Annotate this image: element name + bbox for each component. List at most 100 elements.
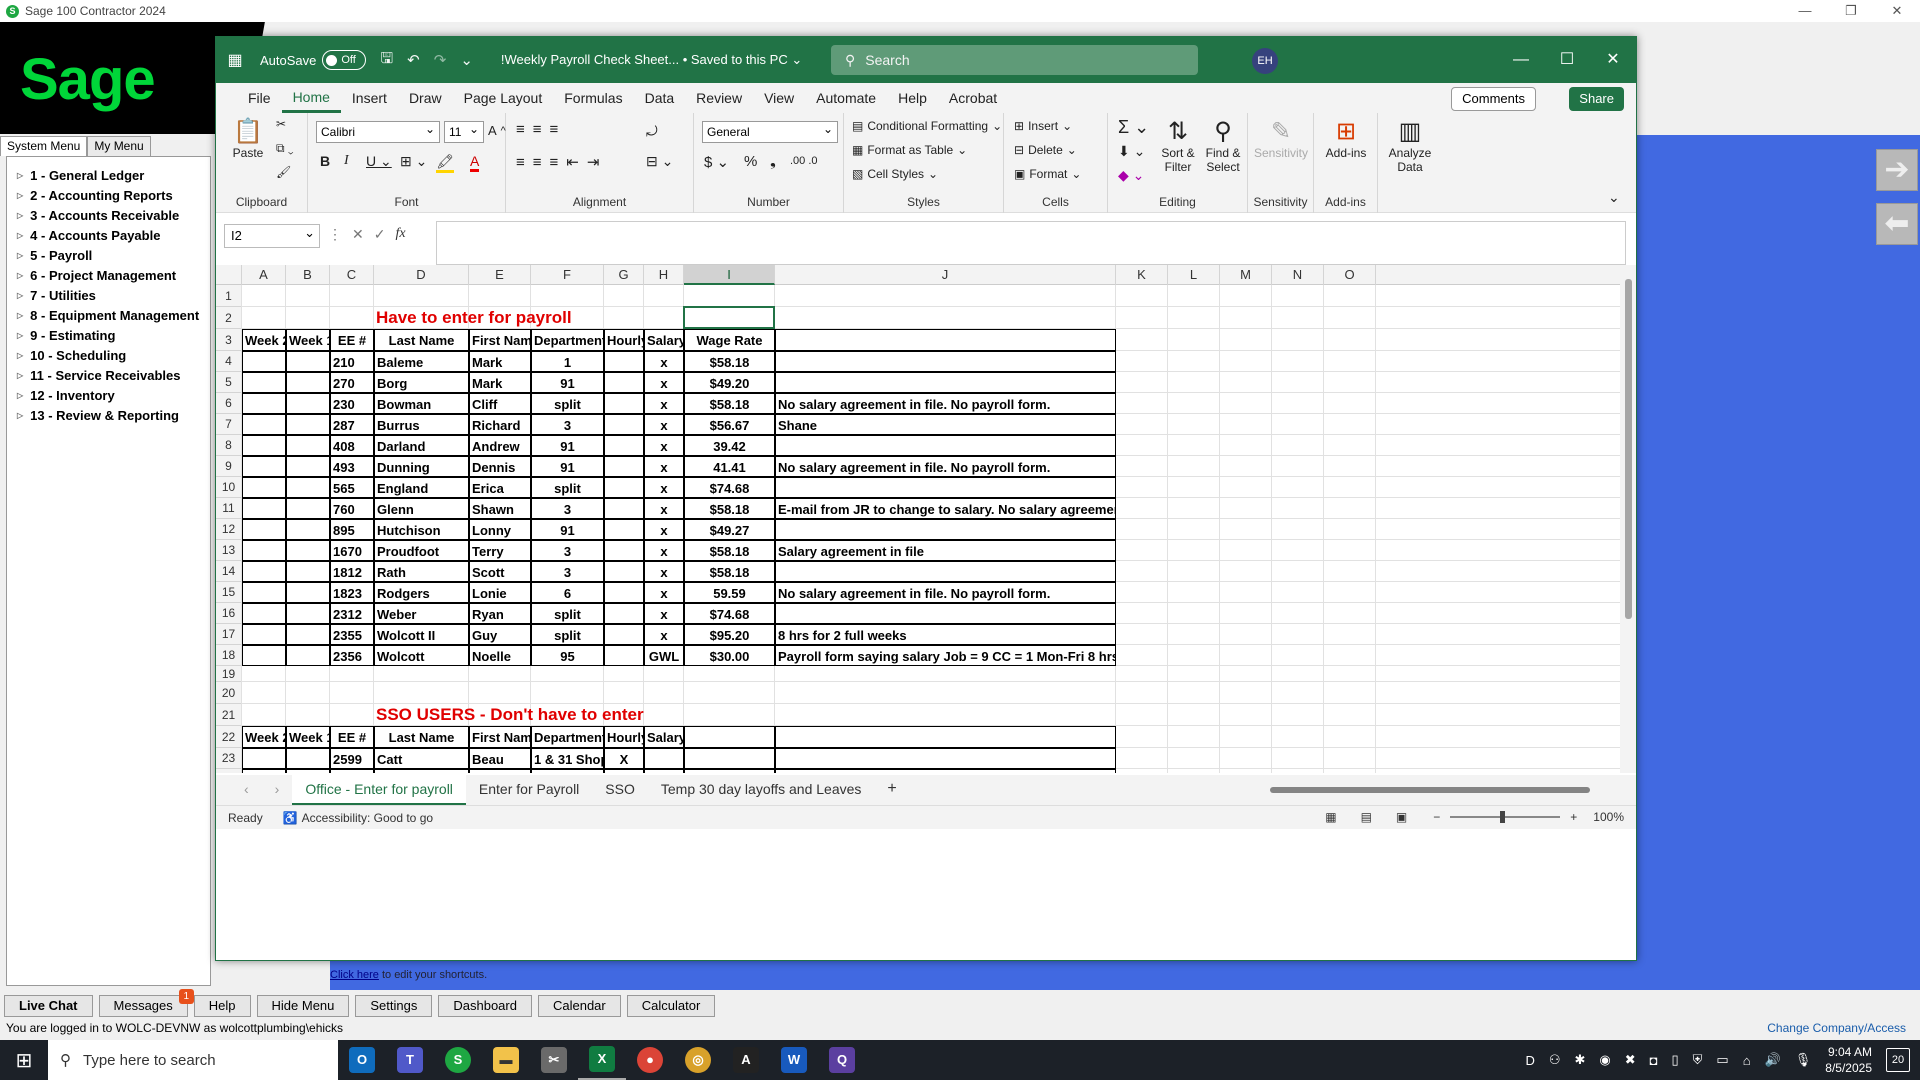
column-header[interactable]: O bbox=[1324, 265, 1376, 285]
wage-rate[interactable]: $74.68 bbox=[684, 477, 775, 498]
row-header[interactable]: 4 bbox=[216, 351, 242, 372]
row-header[interactable]: 2 bbox=[216, 307, 242, 329]
format-as-table-button[interactable]: ▦ Format as Table ⌄ bbox=[852, 143, 967, 157]
sort-filter-button[interactable]: ⇅ Sort & Filter bbox=[1156, 117, 1200, 174]
tray-outlook-icon[interactable]: ◘ bbox=[1650, 1053, 1658, 1068]
last-name[interactable]: Weber bbox=[374, 603, 469, 624]
selected-cell[interactable] bbox=[683, 306, 775, 329]
vertical-scrollbar[interactable] bbox=[1620, 265, 1636, 773]
autosum-icon[interactable]: Σ ⌄ bbox=[1118, 117, 1149, 138]
last-name[interactable]: Bowman bbox=[374, 393, 469, 414]
notifications-icon[interactable]: 20 bbox=[1886, 1048, 1910, 1072]
file-explorer-icon[interactable]: ▬ bbox=[482, 1040, 530, 1080]
ee-number[interactable]: 2355 bbox=[330, 624, 374, 645]
row-header[interactable]: 6 bbox=[216, 393, 242, 414]
column-header[interactable]: A bbox=[242, 265, 286, 285]
first-name[interactable]: Terry bbox=[469, 540, 531, 561]
vertical-align-icons[interactable]: ≡≡≡ bbox=[516, 121, 566, 138]
salary[interactable]: x bbox=[644, 540, 684, 561]
department[interactable]: 95 bbox=[531, 645, 604, 666]
column-header[interactable]: G bbox=[604, 265, 644, 285]
salary[interactable]: x bbox=[644, 519, 684, 540]
decimal-icons[interactable]: .00 .0 bbox=[790, 155, 818, 167]
last-name[interactable]: Dunning bbox=[374, 456, 469, 477]
cell[interactable] bbox=[286, 498, 330, 519]
find-select-button[interactable]: ⚲ Find & Select bbox=[1200, 117, 1246, 174]
hourly[interactable] bbox=[604, 603, 644, 624]
live-chat-button[interactable]: Live Chat bbox=[4, 995, 93, 1017]
cell[interactable] bbox=[286, 645, 330, 666]
first-name[interactable]: Lonie bbox=[469, 582, 531, 603]
horizontal-align-icons[interactable]: ≡≡≡⇤⇥ bbox=[516, 153, 607, 171]
row-header[interactable]: 23 bbox=[216, 748, 242, 769]
tab-formulas[interactable]: Formulas bbox=[553, 83, 633, 113]
last-name[interactable]: Wolcott II bbox=[374, 624, 469, 645]
note[interactable] bbox=[775, 748, 1116, 769]
comments-button[interactable]: Comments bbox=[1451, 87, 1536, 111]
calendar-button[interactable]: Calendar bbox=[537, 995, 621, 1017]
last-name[interactable]: Rath bbox=[374, 561, 469, 582]
ee-number[interactable]: 1670 bbox=[330, 540, 374, 561]
last-name[interactable]: Rodgers bbox=[374, 582, 469, 603]
note[interactable]: E-mail from JR to change to salary. No s… bbox=[775, 498, 1116, 519]
tab-help[interactable]: Help bbox=[887, 83, 938, 113]
department[interactable]: 1 bbox=[531, 351, 604, 372]
table-header[interactable]: Salary bbox=[644, 329, 686, 351]
number-format-select[interactable]: General bbox=[702, 119, 838, 143]
hide-menu-button[interactable]: Hide Menu bbox=[256, 995, 350, 1017]
note[interactable] bbox=[775, 603, 1116, 624]
note[interactable] bbox=[775, 372, 1116, 393]
cell[interactable] bbox=[286, 351, 330, 372]
tab-view[interactable]: View bbox=[753, 83, 805, 113]
section-heading[interactable]: Have to enter for payroll bbox=[374, 307, 684, 329]
wage-rate[interactable]: 41.41 bbox=[684, 456, 775, 477]
undo-icon[interactable]: ↶ bbox=[407, 51, 420, 69]
table-header[interactable]: Week 1 bbox=[286, 329, 334, 351]
ee-number[interactable]: 2599 bbox=[330, 748, 374, 769]
microphone-icon[interactable]: 🎙 bbox=[1795, 1052, 1812, 1068]
first-name[interactable]: Richard bbox=[469, 414, 531, 435]
cell[interactable] bbox=[242, 769, 286, 773]
tab-page-layout[interactable]: Page Layout bbox=[453, 83, 554, 113]
network-icon[interactable]: ⌂ bbox=[1743, 1053, 1751, 1068]
note[interactable]: For Stellar hours= 9 job code and 1 cost… bbox=[775, 769, 1116, 773]
chrome-icon[interactable]: ● bbox=[626, 1040, 674, 1080]
table-header[interactable]: Last Name bbox=[374, 726, 469, 748]
sheet-tab[interactable]: Office - Enter for payroll bbox=[292, 775, 466, 805]
department[interactable]: 91 bbox=[531, 456, 604, 477]
row-header[interactable]: 24 bbox=[216, 769, 242, 773]
cell[interactable] bbox=[242, 624, 286, 645]
analyze-data-button[interactable]: ▥ Analyze Data bbox=[1380, 117, 1440, 174]
hourly[interactable] bbox=[604, 624, 644, 645]
wage-rate[interactable]: $58.18 bbox=[684, 351, 775, 372]
select-all-corner[interactable] bbox=[216, 265, 242, 285]
clear-icon[interactable]: ◆ ⌄ bbox=[1118, 167, 1144, 184]
column-header[interactable]: D bbox=[374, 265, 469, 285]
first-name[interactable]: Mark bbox=[469, 372, 531, 393]
salary[interactable]: x bbox=[644, 624, 684, 645]
first-name[interactable]: Cliff bbox=[469, 393, 531, 414]
format-painter-icon[interactable]: 🖌 bbox=[276, 165, 291, 179]
menu-item[interactable]: ▷ 7 - Utilities bbox=[7, 285, 210, 305]
cell[interactable] bbox=[286, 435, 330, 456]
hourly[interactable] bbox=[604, 456, 644, 477]
autosave-toggle[interactable]: Off bbox=[322, 50, 367, 70]
row-header[interactable]: 15 bbox=[216, 582, 242, 603]
insert-cells-button[interactable]: ⊞ Insert ⌄ bbox=[1014, 119, 1072, 133]
forward-arrow-icon[interactable]: ➔ bbox=[1876, 149, 1918, 191]
help-button[interactable]: Help bbox=[193, 995, 251, 1017]
department[interactable]: 91 bbox=[531, 519, 604, 540]
sheet-tab[interactable]: Enter for Payroll bbox=[466, 775, 592, 805]
hourly[interactable]: X bbox=[604, 769, 644, 773]
hourly[interactable] bbox=[604, 372, 644, 393]
menu-item[interactable]: ▷ 11 - Service Receivables bbox=[7, 365, 210, 385]
column-header[interactable]: E bbox=[469, 265, 531, 285]
tray-tools-icon[interactable]: ✖ bbox=[1625, 1052, 1636, 1068]
clock[interactable]: 9:04 AM 8/5/2025 bbox=[1825, 1044, 1872, 1076]
avatar[interactable]: EH bbox=[1252, 48, 1278, 74]
wage-rate[interactable]: 39.42 bbox=[684, 435, 775, 456]
department[interactable]: 3 bbox=[531, 414, 604, 435]
table-header[interactable] bbox=[775, 726, 1116, 748]
cell[interactable] bbox=[286, 624, 330, 645]
cell[interactable] bbox=[242, 393, 286, 414]
